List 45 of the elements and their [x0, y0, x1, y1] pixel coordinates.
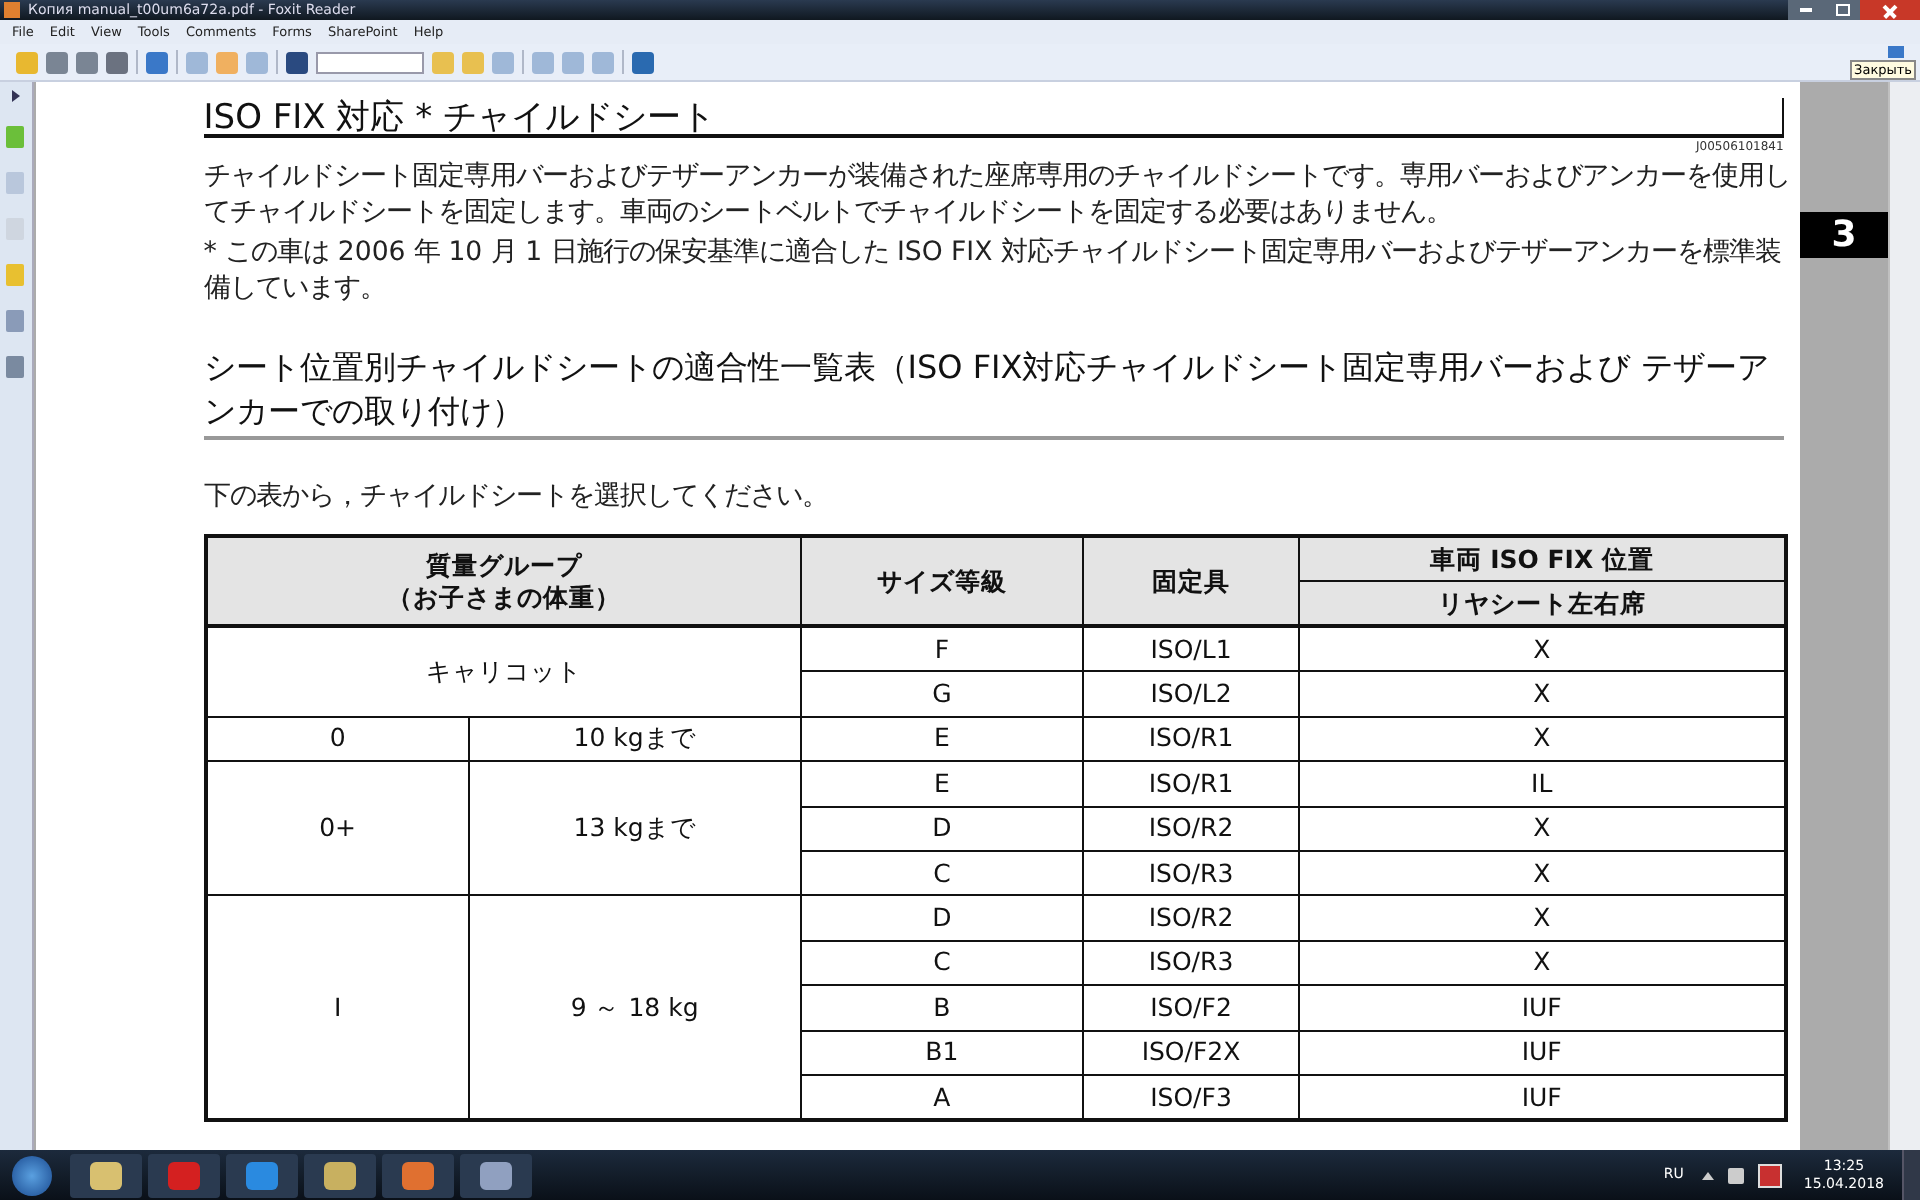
- table-cell: C: [800, 940, 1084, 986]
- column-header: 車両 ISO FIX 位置: [1298, 536, 1786, 581]
- table-cell: B1: [800, 1030, 1084, 1075]
- table-cell: ISO/R2: [1083, 895, 1299, 941]
- table-cell: E: [800, 716, 1084, 762]
- table-cell: E: [800, 761, 1084, 807]
- show-desktop-button[interactable]: [1902, 1150, 1920, 1200]
- table-cell: ISO/R1: [1083, 716, 1299, 762]
- table-cell: ISO/R2: [1083, 806, 1299, 851]
- instruction-text: 下の表から，チャイルドシートを選択してください。: [203, 480, 830, 516]
- table-cell: B: [800, 985, 1084, 1031]
- column-header: 質量グループ: [423, 549, 584, 581]
- column-header: リヤシート左右席: [1298, 581, 1786, 626]
- table-cell: ISO/L2: [1083, 671, 1299, 717]
- table-cell: D: [800, 806, 1084, 851]
- scrollbar[interactable]: [1888, 82, 1920, 1150]
- table-cell: C: [800, 850, 1084, 896]
- expand-icon[interactable]: [11, 90, 20, 102]
- table-cell: 10 kgまで: [468, 716, 801, 762]
- table-cell: キャリコット: [205, 626, 801, 717]
- table-cell: ISO/R1: [1083, 761, 1299, 807]
- start-button[interactable]: [12, 1155, 52, 1195]
- table-cell: 13 kgまで: [468, 761, 801, 896]
- page-heading: ISO FIX 対応 * チャイルドシート: [203, 98, 716, 138]
- minimize-button[interactable]: [1788, 0, 1824, 20]
- table-cell: F: [800, 626, 1084, 672]
- column-header: （お子さまの体重）: [384, 581, 623, 613]
- table-cell: ISO/R3: [1083, 850, 1299, 896]
- maximize-button[interactable]: [1824, 0, 1860, 20]
- table-cell: ISO/F2: [1083, 985, 1299, 1031]
- column-header: サイズ等級: [800, 536, 1084, 626]
- search-field[interactable]: [316, 51, 424, 73]
- table-cell: ISO/L1: [1083, 626, 1299, 672]
- column-header: 固定具: [1083, 536, 1299, 626]
- close-button[interactable]: [1860, 0, 1920, 20]
- table-cell: ISO/R3: [1083, 940, 1299, 986]
- paragraph: * この車は 2006 年 10 月 1 日施行の保安基準に適合した ISO FIX 対応チャイルドシート固定専用バーおよびテザーアンカーを標準装備しています。: [203, 236, 1783, 308]
- table-cell: 0: [205, 716, 469, 762]
- table-cell: G: [800, 671, 1084, 717]
- section-heading: シート位置別チャイルドシートの適合性一覧表（ISO FIX対応チャイルドシート固定専用バーおよび テザーアンカーでの取り付け）: [203, 346, 1784, 440]
- table-cell: D: [800, 895, 1084, 941]
- paragraph: チャイルドシート固定専用バーおよびテザーアンカーが装備された座席専用のチャイルドシートです。専用バーおよびアンカーを使用してチャイルドシートを固定します。車両のシートベルトでチャイルドシートを固定する必要はありません。: [203, 160, 1792, 232]
- table-cell: 0+: [205, 761, 469, 896]
- table-cell: ISO/F2X: [1083, 1030, 1299, 1075]
- tray-arrow-icon[interactable]: [1701, 1171, 1714, 1179]
